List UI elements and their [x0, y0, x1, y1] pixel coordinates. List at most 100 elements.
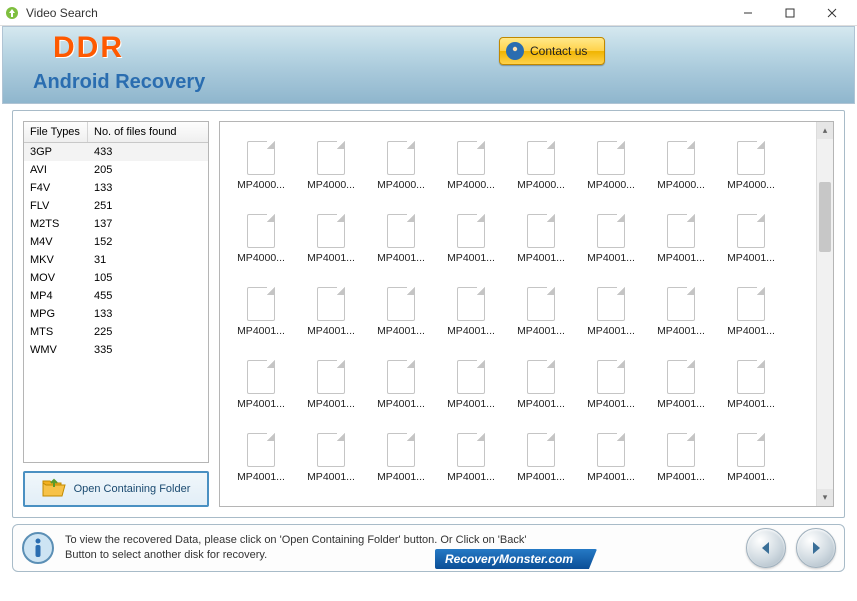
scroll-thumb[interactable] [819, 182, 831, 252]
open-containing-folder-button[interactable]: Open Containing Folder [23, 471, 209, 507]
file-item[interactable]: MP4001... [580, 344, 642, 410]
file-label: MP4001... [587, 325, 635, 337]
file-item[interactable]: MP4001... [300, 490, 362, 506]
file-label: MP4000... [377, 179, 425, 191]
table-row[interactable]: F4V133 [24, 179, 208, 197]
cell-type: 3GP [24, 145, 88, 159]
file-icon [527, 287, 555, 321]
file-item[interactable]: MP4001... [510, 271, 572, 337]
file-item[interactable]: MP4001... [580, 417, 642, 483]
file-icon [737, 287, 765, 321]
table-row[interactable]: MP4455 [24, 287, 208, 305]
file-item[interactable]: MP4001... [440, 417, 502, 483]
file-item[interactable]: MP4000... [720, 125, 782, 191]
folder-open-icon [42, 478, 66, 501]
file-icon [597, 360, 625, 394]
file-item[interactable]: MP4001... [300, 417, 362, 483]
file-item[interactable]: MP4001... [300, 271, 362, 337]
file-label: MP4000... [517, 179, 565, 191]
table-row[interactable]: MKV31 [24, 251, 208, 269]
table-row[interactable]: M2TS137 [24, 215, 208, 233]
cell-count: 335 [88, 343, 118, 357]
table-row[interactable]: 3GP433 [24, 143, 208, 161]
file-item[interactable]: MP4001... [300, 198, 362, 264]
file-item[interactable]: MP4001... [230, 490, 292, 506]
file-item[interactable]: MP4001... [510, 490, 572, 506]
table-row[interactable]: MOV105 [24, 269, 208, 287]
file-item[interactable]: MP4001... [370, 417, 432, 483]
table-row[interactable]: MTS225 [24, 323, 208, 341]
file-label: MP4001... [517, 325, 565, 337]
file-icon [247, 287, 275, 321]
table-row[interactable]: WMV335 [24, 341, 208, 359]
contact-us-button[interactable]: Contact us [499, 37, 605, 65]
table-row[interactable]: MPG133 [24, 305, 208, 323]
file-item[interactable]: MP4001... [230, 271, 292, 337]
file-item[interactable]: MP4001... [720, 271, 782, 337]
file-item[interactable]: MP4001... [440, 271, 502, 337]
file-item[interactable]: MP4001... [650, 271, 712, 337]
cell-count: 251 [88, 199, 118, 213]
file-item[interactable]: MP4000... [230, 125, 292, 191]
table-row[interactable]: M4V152 [24, 233, 208, 251]
file-item[interactable]: MP4000... [440, 125, 502, 191]
file-label: MP4001... [307, 471, 355, 483]
file-item[interactable]: MP4001... [440, 490, 502, 506]
col-file-types[interactable]: File Types [24, 122, 88, 142]
file-item[interactable]: MP4001... [580, 271, 642, 337]
file-icon [737, 141, 765, 175]
file-icon [457, 214, 485, 248]
file-item[interactable]: MP4001... [510, 417, 572, 483]
forward-button[interactable] [796, 528, 836, 568]
file-item[interactable]: MP4001... [230, 344, 292, 410]
file-item[interactable]: MP4001... [720, 417, 782, 483]
file-label: MP4001... [307, 398, 355, 410]
close-button[interactable] [811, 0, 853, 26]
table-row[interactable]: FLV251 [24, 197, 208, 215]
file-item[interactable]: MP4001... [720, 344, 782, 410]
file-icon [247, 360, 275, 394]
file-item[interactable]: MP4001... [510, 198, 572, 264]
file-item[interactable]: MP4001... [300, 344, 362, 410]
file-types-table[interactable]: File Types No. of files found 3GP433AVI2… [23, 121, 209, 463]
file-item[interactable]: MP4001... [370, 198, 432, 264]
file-item[interactable]: MP4001... [650, 417, 712, 483]
file-item[interactable]: MP4000... [510, 125, 572, 191]
scroll-up-button[interactable]: ▴ [817, 122, 833, 139]
window-title: Video Search [26, 6, 727, 20]
file-item[interactable]: MP4000... [370, 125, 432, 191]
file-label: MP4001... [237, 398, 285, 410]
back-button[interactable] [746, 528, 786, 568]
file-label: MP4000... [237, 252, 285, 264]
file-item[interactable]: MP4001... [650, 198, 712, 264]
file-item[interactable]: MP4000... [230, 198, 292, 264]
file-label: MP4000... [447, 179, 495, 191]
vertical-scrollbar[interactable]: ▴ ▾ [816, 122, 833, 506]
file-item[interactable]: MP4001... [230, 417, 292, 483]
file-icon [317, 214, 345, 248]
header-banner: DDR Android Recovery Contact us [2, 26, 855, 104]
file-item[interactable]: MP4001... [510, 344, 572, 410]
table-row[interactable]: AVI205 [24, 161, 208, 179]
file-icon [527, 141, 555, 175]
file-icon [527, 214, 555, 248]
file-item[interactable]: MP4000... [580, 125, 642, 191]
file-item[interactable]: MP4001... [370, 490, 432, 506]
file-item[interactable]: MP4000... [300, 125, 362, 191]
brand-badge: RecoveryMonster.com [435, 549, 597, 569]
file-item[interactable]: MP4001... [440, 198, 502, 264]
file-label: MP4001... [657, 471, 705, 483]
minimize-button[interactable] [727, 0, 769, 26]
file-item[interactable]: MP4001... [370, 271, 432, 337]
file-item[interactable]: MP4001... [440, 344, 502, 410]
scroll-down-button[interactable]: ▾ [817, 489, 833, 506]
file-item[interactable]: MP4001... [720, 198, 782, 264]
col-files-found[interactable]: No. of files found [88, 122, 208, 142]
file-icon [387, 360, 415, 394]
file-item[interactable]: MP4001... [370, 344, 432, 410]
maximize-button[interactable] [769, 0, 811, 26]
file-item[interactable]: MP4001... [580, 198, 642, 264]
files-icon-view[interactable]: MP4000...MP4000...MP4000...MP4000...MP40… [219, 121, 834, 507]
file-item[interactable]: MP4000... [650, 125, 712, 191]
file-item[interactable]: MP4001... [650, 344, 712, 410]
